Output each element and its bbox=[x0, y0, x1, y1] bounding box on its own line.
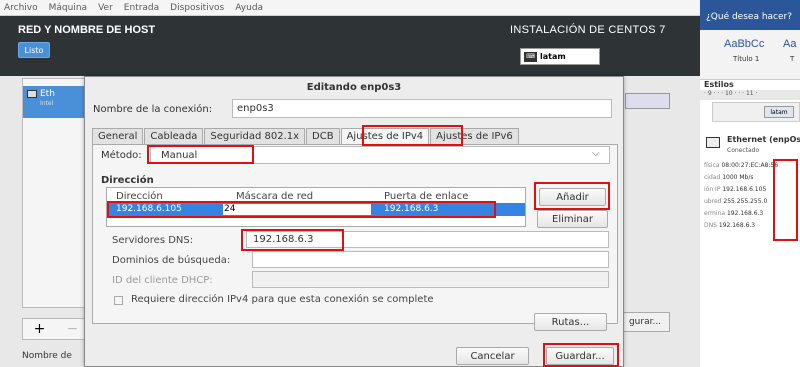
dialog-tabs: General Cableada Seguridad 802.1x DCB Aj… bbox=[92, 128, 612, 145]
highlight-method bbox=[147, 145, 254, 164]
connection-name-input[interactable]: enp0s3 bbox=[232, 99, 612, 118]
chevron-down-icon: ⌵ bbox=[592, 148, 600, 159]
connection-name-label: Nombre de la conexión: bbox=[93, 104, 213, 115]
help-search[interactable]: ¿Qué desea hacer? bbox=[700, 0, 800, 30]
highlight-add-button bbox=[534, 182, 610, 210]
info-line: física 08:00:27:EC:A8:56 bbox=[704, 162, 779, 169]
ruler: · 9 · · · 10 · · · 11 · bbox=[700, 90, 800, 100]
device-toggle[interactable] bbox=[625, 93, 670, 109]
delete-address-button[interactable]: Eliminar bbox=[537, 210, 608, 228]
highlight-address-row bbox=[107, 201, 496, 218]
done-button[interactable]: Listo bbox=[18, 42, 50, 58]
keyboard-icon: ⌨ bbox=[524, 51, 537, 62]
product-title: INSTALACIÓN DE CENTOS 7 bbox=[510, 24, 666, 36]
device-vendor: Intel bbox=[40, 100, 54, 107]
page-title: RED Y NOMBRE DE HOST bbox=[18, 24, 156, 36]
style-name-heading1: Título 1 bbox=[733, 55, 760, 63]
style-sample-heading1[interactable]: AaBbCc bbox=[724, 38, 764, 50]
device-add-remove: + − bbox=[22, 318, 90, 340]
keyboard-layout-label: latam bbox=[540, 52, 566, 61]
menu-dispositivos[interactable]: Dispositivos bbox=[170, 3, 224, 13]
highlight-save bbox=[543, 343, 619, 367]
info-line: cidad 1000 Mb/s bbox=[704, 174, 754, 181]
dns-label: Servidores DNS: bbox=[112, 235, 194, 246]
info-line: ubred 255.255.255.0 bbox=[704, 198, 768, 205]
search-domains-input[interactable] bbox=[252, 251, 609, 268]
require-ipv4-label: Requiere dirección IPv4 para que esta co… bbox=[131, 294, 434, 305]
info-line: ión IP 192.168.6.105 bbox=[704, 186, 767, 193]
info-line: DNS 192.168.6.3 bbox=[704, 222, 756, 229]
add-device-button[interactable]: + bbox=[23, 321, 56, 337]
keyboard-layout-indicator[interactable]: ⌨ latam bbox=[520, 48, 600, 65]
style-sample-title[interactable]: Aa bbox=[783, 38, 796, 50]
ethernet-title: Ethernet (enpOs bbox=[727, 135, 800, 144]
highlight-dns bbox=[241, 229, 344, 251]
require-ipv4-checkbox[interactable] bbox=[114, 296, 123, 305]
menu-entrada[interactable]: Entrada bbox=[124, 3, 159, 13]
menu-ver[interactable]: Ver bbox=[98, 3, 113, 13]
style-name-title: T bbox=[790, 55, 795, 63]
tab-cableada[interactable]: Cableada bbox=[144, 128, 204, 145]
dhcp-client-id-input[interactable] bbox=[252, 271, 609, 288]
address-section-title: Dirección bbox=[101, 175, 154, 186]
highlight-info bbox=[773, 159, 798, 241]
tab-dcb[interactable]: DCB bbox=[306, 128, 340, 145]
vm-menubar: Archivo Máquina Ver Entrada Dispositivos… bbox=[0, 0, 700, 16]
styles-label: Estilos bbox=[704, 80, 734, 89]
menu-maquina[interactable]: Máquina bbox=[49, 3, 87, 13]
dialog-title: Editando enp0s3 bbox=[306, 82, 402, 93]
tab-security[interactable]: Seguridad 802.1x bbox=[204, 128, 306, 145]
routes-button[interactable]: Rutas... bbox=[534, 313, 607, 331]
info-line: ermina 192.168.6.3 bbox=[704, 210, 764, 217]
method-label: Método: bbox=[101, 150, 142, 161]
menu-ayuda[interactable]: Ayuda bbox=[235, 3, 263, 13]
document-image-button: latam bbox=[764, 106, 794, 118]
connected-status: Conectado bbox=[727, 147, 760, 154]
highlight-ipv4-tab bbox=[362, 125, 463, 146]
cancel-button[interactable]: Cancelar bbox=[456, 347, 529, 365]
menu-archivo[interactable]: Archivo bbox=[4, 3, 38, 13]
ethernet-icon bbox=[27, 90, 37, 98]
dhcp-client-id-label: ID del cliente DHCP: bbox=[112, 275, 213, 286]
configure-button[interactable]: gurar... bbox=[620, 312, 670, 332]
search-domains-label: Dominios de búsqueda: bbox=[112, 255, 231, 266]
hostname-label: Nombre de bbox=[22, 351, 72, 361]
tab-general[interactable]: General bbox=[92, 128, 144, 145]
device-name: Eth bbox=[40, 89, 55, 99]
ethernet-icon bbox=[706, 137, 720, 148]
